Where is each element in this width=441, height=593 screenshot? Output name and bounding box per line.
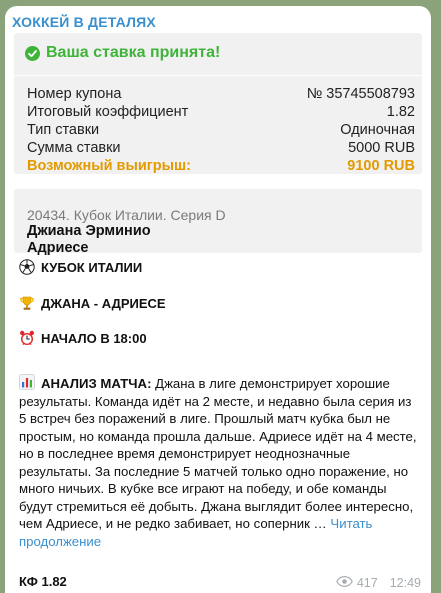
analysis-text: АНАЛИЗ МАТЧА: Джана в лиге демонстрирует… <box>19 375 419 550</box>
row-value: 9100 RUB <box>347 158 415 174</box>
teams-text: ДЖАНА - АДРИЕСЕ <box>41 295 166 311</box>
row-label: Итоговый коэффициент <box>27 104 189 120</box>
start-text: НАЧАЛО В 18:00 <box>41 330 147 346</box>
match-teams: Джиана Эрминио Адриесе <box>27 223 151 257</box>
teams-line: ДЖАНА - АДРИЕСЕ <box>19 295 166 311</box>
soccer-ball-icon <box>19 259 35 275</box>
message-time: 12:49 <box>389 576 421 590</box>
row-value: 1.82 <box>386 104 415 120</box>
row-label: Номер купона <box>27 86 122 102</box>
accepted-header: Ваша ставка принята! <box>25 44 220 62</box>
message-meta: 417 12:49 <box>335 575 421 590</box>
team-home: Джиана Эрминио <box>27 223 151 239</box>
message-bubble: ХОККЕЙ В ДЕТАЛЯХ Ваша ставка принята! Но… <box>5 6 431 593</box>
bet-type-row: Тип ставки Одиночная <box>27 121 415 139</box>
match-card: 20434. Кубок Италии. Серия D Джиана Эрми… <box>14 189 422 256</box>
row-label: Тип ставки <box>27 122 100 138</box>
bet-details: Номер купона № 35745508793 Итоговый коэф… <box>27 85 415 175</box>
views-count: 417 <box>356 576 378 590</box>
divider <box>14 75 422 76</box>
analysis-body: Джана в лиге демонстрирует хорошие резул… <box>19 376 417 531</box>
odds-row: Итоговый коэффициент 1.82 <box>27 103 415 121</box>
trophy-icon <box>19 295 35 311</box>
stake-row: Сумма ставки 5000 RUB <box>27 139 415 157</box>
cup-line: КУБОК ИТАЛИИ <box>19 259 142 275</box>
channel-name[interactable]: ХОККЕЙ В ДЕТАЛЯХ <box>12 14 156 30</box>
row-value: № 35745508793 <box>306 86 415 102</box>
cup-text: КУБОК ИТАЛИИ <box>41 259 143 275</box>
alarm-clock-icon <box>19 330 35 346</box>
possible-win-row: Возможный выигрыш: 9100 RUB <box>27 157 415 175</box>
bet-accepted-card: Ваша ставка принята! Номер купона № 3574… <box>14 33 422 174</box>
start-line: НАЧАЛО В 18:00 <box>19 330 147 346</box>
team-away: Адриесе <box>27 240 89 256</box>
row-value: 5000 RUB <box>348 140 415 156</box>
coupon-row: Номер купона № 35745508793 <box>27 85 415 103</box>
check-circle-icon <box>25 45 40 61</box>
row-label: Сумма ставки <box>27 140 121 156</box>
eye-icon <box>335 575 353 590</box>
row-value: Одиночная <box>340 122 415 138</box>
odds-label: КФ 1.82 <box>19 574 67 589</box>
accepted-text: Ваша ставка принята! <box>46 44 221 61</box>
match-tournament: 20434. Кубок Италии. Серия D <box>27 207 226 223</box>
row-label: Возможный выигрыш: <box>27 158 191 174</box>
analysis-heading: АНАЛИЗ МАТЧА: <box>41 376 152 391</box>
